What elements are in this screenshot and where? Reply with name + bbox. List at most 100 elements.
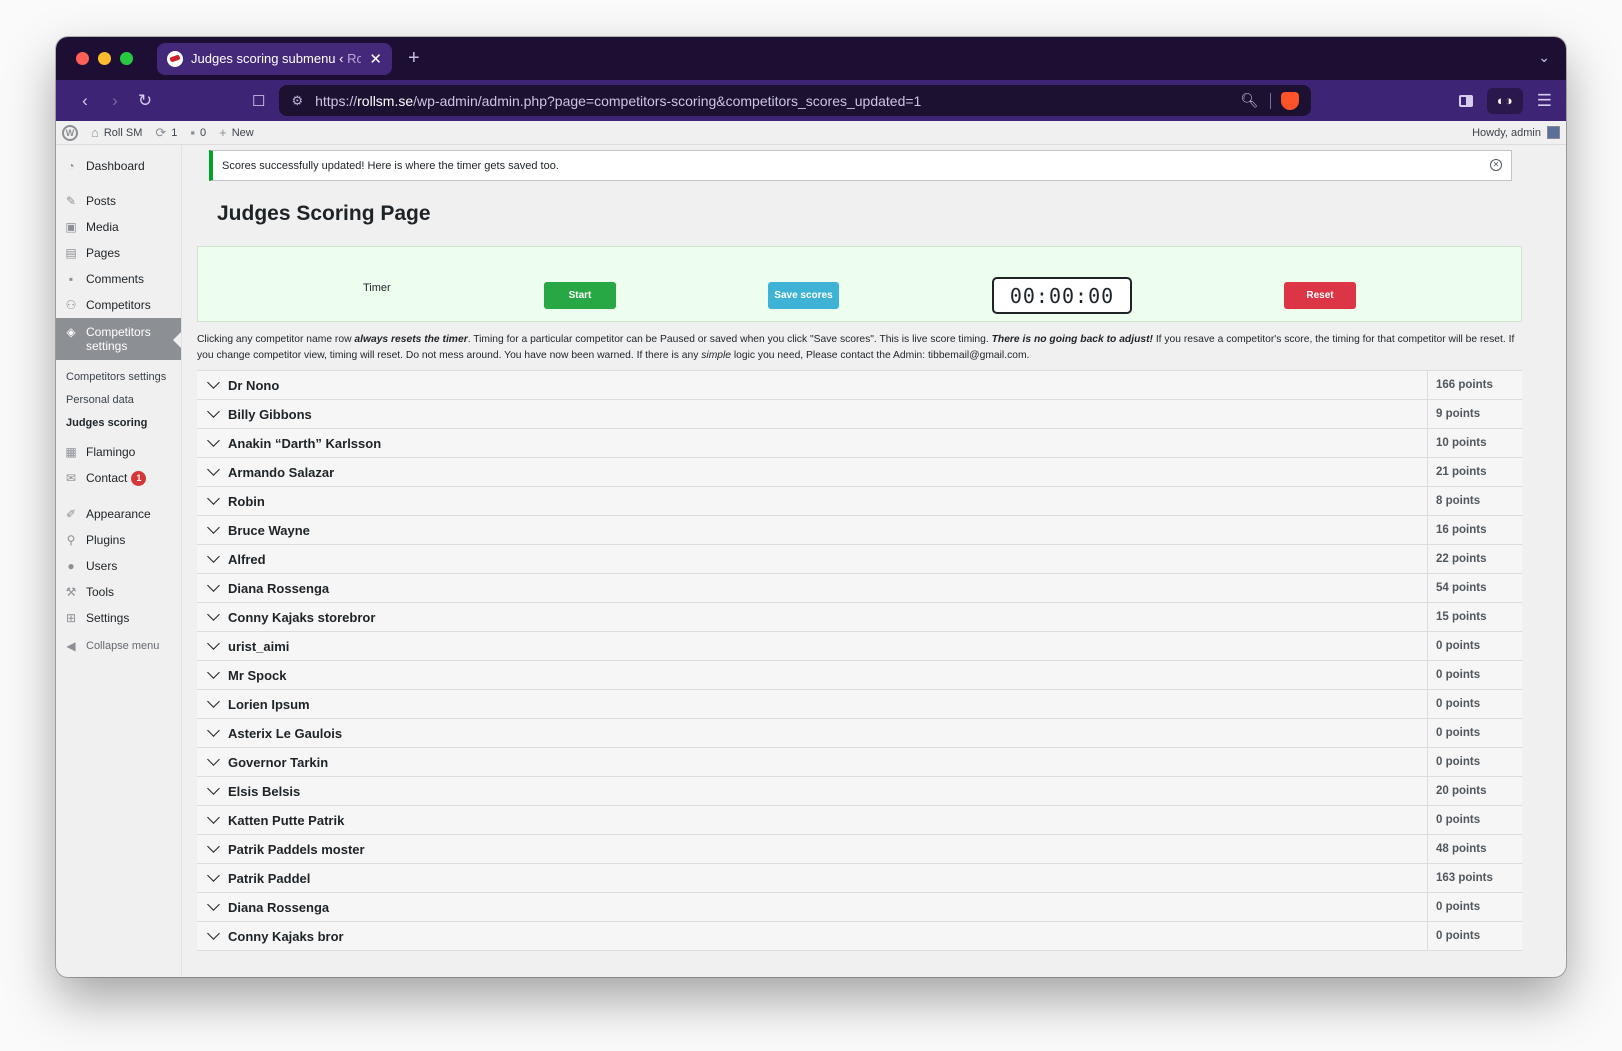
competitor-name-cell[interactable]: Robin: [197, 487, 1428, 515]
competitor-name: Elsis Belsis: [228, 783, 301, 799]
menu-item-appearance[interactable]: ✐ Appearance: [56, 501, 181, 527]
competitor-row[interactable]: Katten Putte Patrik 0 points: [197, 806, 1522, 835]
menu-label: Posts: [86, 194, 117, 208]
brave-shields-icon[interactable]: [1281, 91, 1300, 110]
menu-icon[interactable]: ☰: [1537, 91, 1552, 111]
start-button[interactable]: Start: [544, 282, 616, 309]
chevron-down-icon: [207, 608, 220, 621]
new-label: New: [231, 126, 254, 139]
competitor-name-cell[interactable]: Lorien Ipsum: [197, 690, 1428, 718]
wp-logo[interactable]: W: [62, 124, 78, 141]
competitor-name-cell[interactable]: Armando Salazar: [197, 458, 1428, 486]
competitor-row[interactable]: Bruce Wayne 16 points: [197, 516, 1522, 545]
competitor-row[interactable]: Lorien Ipsum 0 points: [197, 690, 1522, 719]
menu-item-flamingo[interactable]: ▦ Flamingo: [56, 439, 181, 465]
site-settings-icon[interactable]: ⚙: [291, 93, 303, 109]
submenu-item-personal-data[interactable]: Personal data: [56, 389, 181, 412]
menu-item-tools[interactable]: ⚒ Tools: [56, 579, 181, 605]
competitor-name-cell[interactable]: Diana Rossenga: [197, 893, 1428, 921]
competitor-name-cell[interactable]: Elsis Belsis: [197, 777, 1428, 805]
reset-button[interactable]: Reset: [1284, 282, 1356, 309]
url-text[interactable]: https://rollsm.se/wp-admin/admin.php?pag…: [315, 93, 1241, 109]
competitor-row[interactable]: Diana Rossenga 54 points: [197, 574, 1522, 603]
competitor-row[interactable]: Armando Salazar 21 points: [197, 458, 1522, 487]
competitor-name-cell[interactable]: Mr Spock: [197, 661, 1428, 689]
notice-text: Scores successfully updated! Here is whe…: [222, 159, 559, 172]
competitor-row[interactable]: Anakin “Darth” Karlsson 10 points: [197, 429, 1522, 458]
competitor-name-cell[interactable]: urist_aimi: [197, 632, 1428, 660]
competitor-name-cell[interactable]: Conny Kajaks storebror: [197, 603, 1428, 631]
close-window-button[interactable]: [76, 52, 89, 65]
private-window-icon[interactable]: ◐◑: [1486, 87, 1523, 114]
competitor-row[interactable]: Mr Spock 0 points: [197, 661, 1522, 690]
competitor-row[interactable]: Conny Kajaks bror 0 points: [197, 922, 1522, 951]
sidebar-toggle-icon[interactable]: [1458, 94, 1473, 107]
collapse-menu-button[interactable]: ◀ Collapse menu: [56, 633, 181, 659]
submenu-item-competitors-settings[interactable]: Competitors settings: [56, 366, 181, 389]
save-scores-button[interactable]: Save scores: [768, 282, 839, 309]
new-content-link[interactable]: + New: [219, 125, 254, 140]
address-bar[interactable]: ⚙ https://rollsm.se/wp-admin/admin.php?p…: [279, 85, 1312, 116]
competitor-name-cell[interactable]: Alfred: [197, 545, 1428, 573]
menu-item-comments[interactable]: ▪ Comments: [56, 266, 181, 292]
competitor-name-cell[interactable]: Anakin “Darth” Karlsson: [197, 429, 1428, 457]
competitor-row[interactable]: Robin 8 points: [197, 487, 1522, 516]
competitor-name-cell[interactable]: Governor Tarkin: [197, 748, 1428, 776]
menu-item-users[interactable]: ● Users: [56, 553, 181, 579]
menu-item-dashboard[interactable]: ◔ Dashboard: [56, 153, 181, 179]
menu-item-posts[interactable]: ✎ Posts: [56, 188, 181, 214]
competitor-name-cell[interactable]: Patrik Paddel: [197, 864, 1428, 892]
competitor-name-cell[interactable]: Dr Nono: [197, 371, 1428, 399]
menu-label-line1: Competitors: [86, 325, 151, 339]
competitor-points: 8 points: [1436, 495, 1481, 507]
back-icon[interactable]: ‹: [70, 91, 100, 111]
competitor-row[interactable]: Conny Kajaks storebror 15 points: [197, 603, 1522, 632]
competitor-row[interactable]: Patrik Paddel 163 points: [197, 864, 1522, 893]
tab-close-icon[interactable]: ✕: [369, 50, 382, 68]
competitor-row[interactable]: Dr Nono 166 points: [197, 371, 1522, 400]
competitor-row[interactable]: Patrik Paddels moster 48 points: [197, 835, 1522, 864]
competitor-row[interactable]: Governor Tarkin 0 points: [197, 748, 1522, 777]
competitor-name-cell[interactable]: Asterix Le Gaulois: [197, 719, 1428, 747]
competitor-row[interactable]: Elsis Belsis 20 points: [197, 777, 1522, 806]
competitor-name-cell[interactable]: Bruce Wayne: [197, 516, 1428, 544]
reload-icon[interactable]: ↻: [130, 91, 160, 111]
competitor-row[interactable]: urist_aimi 0 points: [197, 632, 1522, 661]
menu-label: Competitors settings: [86, 325, 151, 353]
competitor-points: 0 points: [1436, 814, 1481, 826]
menu-item-media[interactable]: ▣ Media: [56, 214, 181, 240]
menu-item-pages[interactable]: ▤ Pages: [56, 240, 181, 266]
submenu-item-judges-scoring[interactable]: Judges scoring: [56, 412, 181, 435]
site-name-link[interactable]: ⌂ Roll SM: [91, 125, 142, 140]
menu-item-competitors-settings[interactable]: ◈ Competitors settings: [56, 318, 181, 360]
chevron-down-icon: [207, 405, 220, 418]
dismiss-icon[interactable]: ✕: [1490, 159, 1502, 171]
menu-item-settings[interactable]: ⊞ Settings: [56, 605, 181, 631]
menu-item-competitors[interactable]: ⚇ Competitors: [56, 292, 181, 318]
competitor-row[interactable]: Billy Gibbons 9 points: [197, 400, 1522, 429]
comment-icon: ▪: [190, 125, 196, 140]
competitor-row[interactable]: Diana Rossenga 0 points: [197, 893, 1522, 922]
menu-item-plugins[interactable]: ⚲ Plugins: [56, 527, 181, 553]
menu-item-contact[interactable]: ✉ Contact 1: [56, 465, 181, 492]
comments-link[interactable]: ▪ 0: [190, 125, 206, 140]
active-tab[interactable]: Judges scoring submenu ‹ Ro ✕: [157, 42, 392, 75]
bookmark-icon[interactable]: ☐: [252, 92, 265, 110]
competitor-name-cell[interactable]: Conny Kajaks bror: [197, 922, 1428, 950]
competitor-name-cell[interactable]: Billy Gibbons: [197, 400, 1428, 428]
maximize-window-button[interactable]: [120, 52, 133, 65]
minimize-window-button[interactable]: [98, 52, 111, 65]
competitor-row[interactable]: Alfred 22 points: [197, 545, 1522, 574]
competitor-name-cell[interactable]: Katten Putte Patrik: [197, 806, 1428, 834]
zoom-icon[interactable]: 🔍︎: [1241, 92, 1259, 109]
competitor-row[interactable]: Asterix Le Gaulois 0 points: [197, 719, 1522, 748]
forward-icon[interactable]: ›: [100, 91, 130, 111]
competitor-name-cell[interactable]: Patrik Paddels moster: [197, 835, 1428, 863]
updates-link[interactable]: ⟳ 1: [155, 125, 177, 141]
tab-list-chevron-icon[interactable]: ⌄: [1538, 49, 1550, 66]
account-link[interactable]: Howdy, admin: [1472, 126, 1560, 139]
competitor-name-cell[interactable]: Diana Rossenga: [197, 574, 1428, 602]
comments-count: 0: [200, 126, 207, 139]
competitor-name: Armando Salazar: [228, 464, 335, 480]
new-tab-icon[interactable]: +: [408, 47, 420, 70]
